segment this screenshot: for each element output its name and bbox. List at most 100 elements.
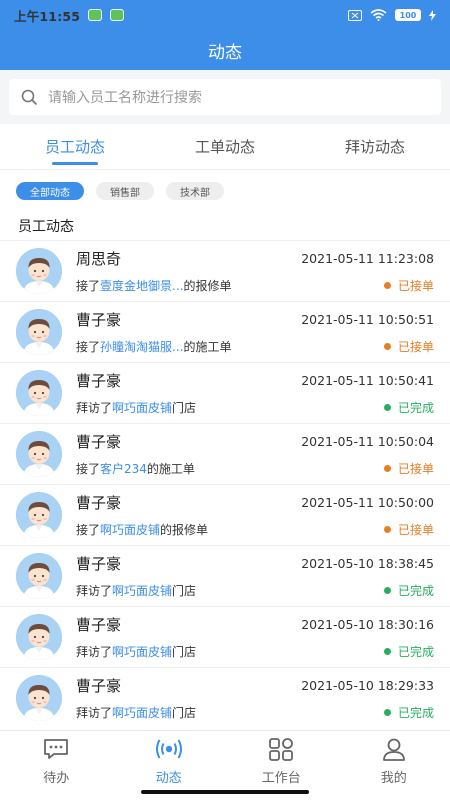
activity-description: 拜访了啊巧面皮铺门店 [76,645,197,659]
status-dot-icon [383,709,391,716]
avatar [16,431,62,477]
status-badge: 已完成 [383,643,434,660]
employee-name: 曹子豪 [76,616,122,634]
list-item[interactable]: 曹子豪 2021-05-11 10:50:41 拜访了啊巧面皮铺门店 已完成 [0,362,450,423]
home-indicator[interactable] [141,790,309,794]
sim-icon [348,9,362,21]
timestamp: 2021-05-10 18:30:16 [301,617,434,632]
user-icon [382,738,405,761]
avatar-icon [16,248,62,294]
filter-tech[interactable]: 技术部 [166,182,224,200]
employee-name: 曹子豪 [76,494,122,512]
customer-link[interactable]: 啊巧面皮铺 [112,645,172,659]
item-content: 周思奇 2021-05-11 11:23:08 接了壹度金地御景...的报修单 … [76,248,434,294]
item-content: 曹子豪 2021-05-10 18:30:16 拜访了啊巧面皮铺门店 已完成 [76,614,434,660]
filter-all[interactable]: 全部动态 [16,182,84,200]
status-bar: 上午11:55 100 [0,0,450,30]
employee-name: 曹子豪 [76,372,122,390]
wifi-icon [370,9,387,21]
timestamp: 2021-05-11 11:23:08 [301,251,434,266]
customer-link[interactable]: 壹度金地御景... [100,279,183,293]
battery-icon: 100 [395,9,421,21]
employee-name: 曹子豪 [76,677,122,695]
activity-description: 接了客户234的施工单 [76,462,195,476]
avatar [16,492,62,538]
item-content: 曹子豪 2021-05-11 10:50:51 接了孙瞳淘淘猫服...的施工单 … [76,309,434,355]
timestamp: 2021-05-11 10:50:00 [301,495,434,510]
customer-link[interactable]: 啊巧面皮铺 [100,523,160,537]
avatar-icon [16,675,62,721]
item-content: 曹子豪 2021-05-10 18:38:45 拜访了啊巧面皮铺门店 已完成 [76,553,434,599]
grid-icon [269,738,294,761]
list-item[interactable]: 曹子豪 2021-05-10 18:30:16 拜访了啊巧面皮铺门店 已完成 [0,606,450,667]
employee-name: 曹子豪 [76,311,122,329]
status-dot-icon [383,465,391,472]
status-badge: 已接单 [383,338,434,355]
app-notification-icon [110,9,125,21]
avatar-icon [16,309,62,355]
status-badge: 已接单 [383,277,434,294]
customer-link[interactable]: 啊巧面皮铺 [112,584,172,598]
list-item[interactable]: 周思奇 2021-05-11 11:23:08 接了壹度金地御景...的报修单 … [0,240,450,301]
tab-workorder-activity[interactable]: 工单动态 [150,124,300,169]
search-input[interactable]: 请输入员工名称进行搜索 [9,79,441,115]
timestamp: 2021-05-11 10:50:51 [301,312,434,327]
employee-name: 周思奇 [76,250,122,268]
activity-description: 接了孙瞳淘淘猫服...的施工单 [76,340,232,354]
employee-name: 曹子豪 [76,433,122,451]
list-item[interactable]: 曹子豪 2021-05-11 10:50:04 接了客户234的施工单 已接单 [0,423,450,484]
charging-icon [429,9,436,21]
status-badge: 已完成 [383,704,434,721]
item-content: 曹子豪 2021-05-11 10:50:41 拜访了啊巧面皮铺门店 已完成 [76,370,434,416]
item-content: 曹子豪 2021-05-11 10:50:00 接了啊巧面皮铺的报修单 已接单 [76,492,434,538]
employee-name: 曹子豪 [76,555,122,573]
customer-link[interactable]: 客户234 [100,462,147,476]
nav-profile[interactable]: 我的 [338,731,450,800]
search-placeholder: 请输入员工名称进行搜索 [48,90,202,106]
avatar-icon [16,431,62,477]
section-title: 员工动态 [0,212,450,240]
app-notification-icon [88,9,103,21]
tab-visit-activity[interactable]: 拜访动态 [300,124,450,169]
avatar-icon [16,553,62,599]
activity-description: 接了壹度金地御景...的报修单 [76,279,232,293]
avatar [16,248,62,294]
search-icon [21,89,38,105]
status-dot-icon [383,343,391,350]
search-container: 请输入员工名称进行搜索 [0,70,450,124]
tab-employee-activity[interactable]: 员工动态 [0,124,150,169]
customer-link[interactable]: 孙瞳淘淘猫服... [100,340,183,354]
activity-description: 拜访了啊巧面皮铺门店 [76,706,197,720]
activity-list: 周思奇 2021-05-11 11:23:08 接了壹度金地御景...的报修单 … [0,240,450,730]
title-bar: 动态 [0,30,450,70]
avatar [16,370,62,416]
timestamp: 2021-05-11 10:50:41 [301,373,434,388]
status-icons: 100 [348,9,436,21]
list-item[interactable]: 曹子豪 2021-05-11 10:50:51 接了孙瞳淘淘猫服...的施工单 … [0,301,450,362]
timestamp: 2021-05-10 18:38:45 [301,556,434,571]
avatar [16,614,62,660]
status-badge: 已完成 [383,582,434,599]
status-dot-icon [383,648,391,655]
timestamp: 2021-05-11 10:50:04 [301,434,434,449]
filter-sales[interactable]: 销售部 [96,182,154,200]
filter-chips: 全部动态 销售部 技术部 [0,170,450,212]
avatar-icon [16,492,62,538]
timestamp: 2021-05-10 18:29:33 [301,678,434,693]
activity-description: 拜访了啊巧面皮铺门店 [76,401,197,415]
list-item[interactable]: 曹子豪 2021-05-10 18:29:33 拜访了啊巧面皮铺门店 已完成 [0,667,450,728]
status-badge: 已接单 [383,460,434,477]
customer-link[interactable]: 啊巧面皮铺 [112,706,172,720]
avatar [16,309,62,355]
status-dot-icon [383,404,391,411]
activity-description: 接了啊巧面皮铺的报修单 [76,523,209,537]
status-dot-icon [383,526,391,533]
nav-todo[interactable]: 待办 [0,731,113,800]
list-item[interactable]: 曹子豪 2021-05-11 10:50:00 接了啊巧面皮铺的报修单 已接单 [0,484,450,545]
status-badge: 已接单 [383,521,434,538]
page-title: 动态 [208,42,242,63]
customer-link[interactable]: 啊巧面皮铺 [112,401,172,415]
avatar [16,553,62,599]
list-item[interactable]: 曹子豪 2021-05-10 18:38:45 拜访了啊巧面皮铺门店 已完成 [0,545,450,606]
item-content: 曹子豪 2021-05-11 10:50:04 接了客户234的施工单 已接单 [76,431,434,477]
